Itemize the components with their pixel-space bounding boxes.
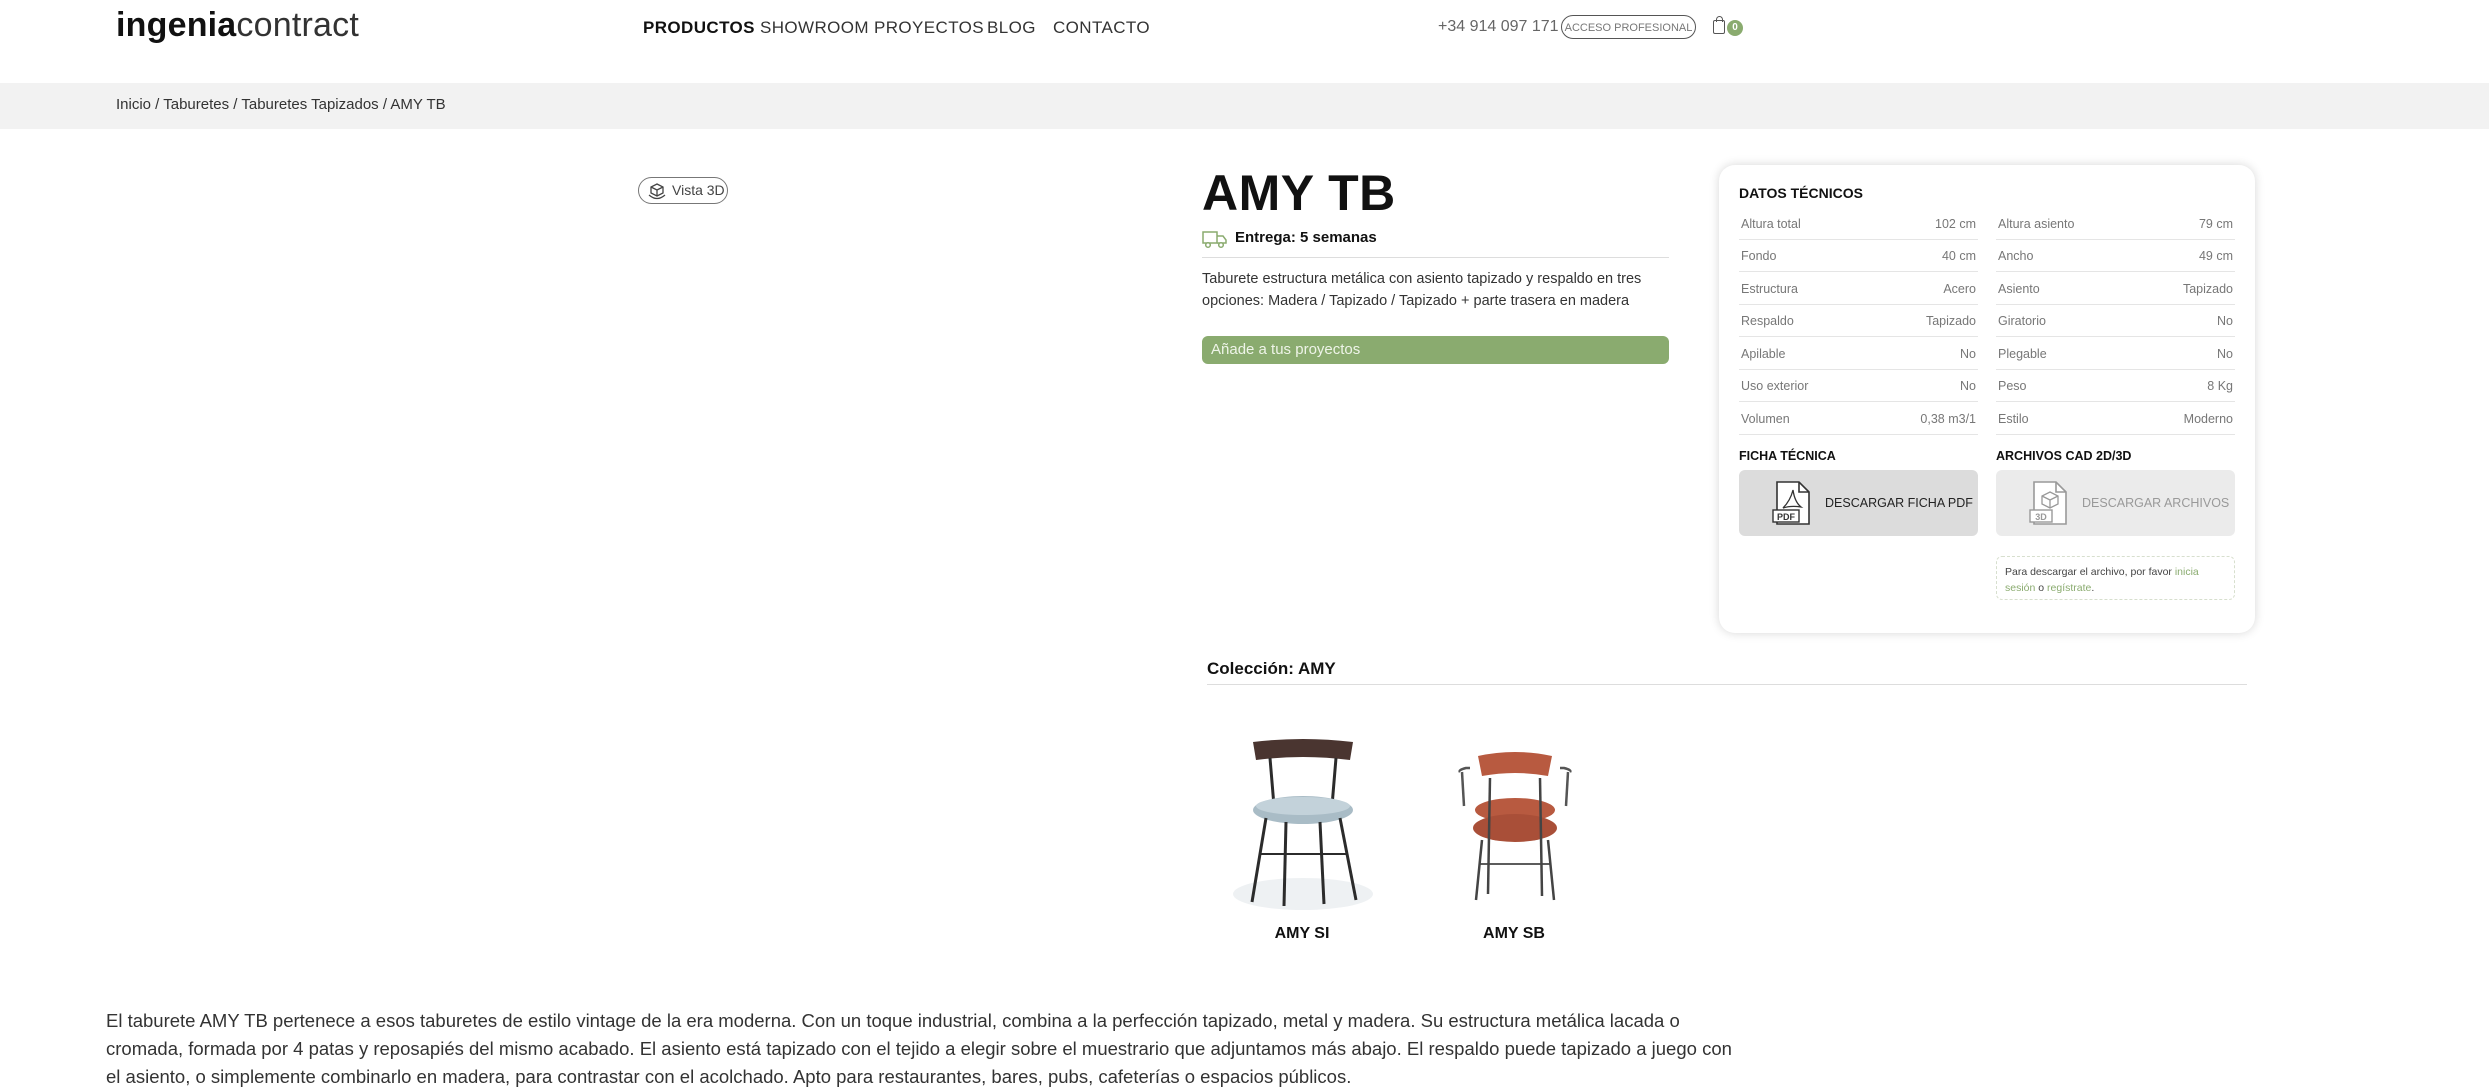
delivery-time: Entrega: 5 semanas bbox=[1235, 229, 1377, 246]
cad-files-title: ARCHIVOS CAD 2D/3D bbox=[1996, 449, 2132, 463]
add-to-projects-button[interactable]: Añade a tus proyectos bbox=[1202, 336, 1669, 364]
spec-row: Altura asiento 79 cm bbox=[1996, 207, 2235, 240]
pdf-file-icon: PDF bbox=[1772, 481, 1810, 525]
spec-row: Peso 8 Kg bbox=[1996, 369, 2235, 402]
download-cad-label: DESCARGAR ARCHIVOS bbox=[2082, 496, 2230, 510]
product-image-amy-sb[interactable] bbox=[1430, 744, 1600, 914]
technical-data-title: DATOS TÉCNICOS bbox=[1739, 185, 1863, 201]
breadcrumb[interactable]: Inicio / Taburetes / Taburetes Tapizados… bbox=[116, 96, 446, 113]
divider bbox=[1202, 257, 1669, 258]
professional-access-button[interactable]: ACCESO PROFESIONAL bbox=[1561, 15, 1696, 39]
spec-row: Respaldo Tapizado bbox=[1739, 304, 1978, 337]
spec-row: Plegable No bbox=[1996, 337, 2235, 370]
ficha-tecnica-title: FICHA TÉCNICA bbox=[1739, 449, 1836, 463]
download-pdf-label: DESCARGAR FICHA PDF bbox=[1825, 496, 1973, 510]
site-header: ingeniacontract PRODUCTOS SHOWROOM PROYE… bbox=[0, 0, 2489, 82]
spec-row: Fondo 40 cm bbox=[1739, 239, 1978, 272]
cart-icon[interactable] bbox=[1713, 16, 1725, 34]
spec-row: Altura total 102 cm bbox=[1739, 207, 1978, 240]
spec-row: Estructura Acero bbox=[1739, 272, 1978, 305]
vista-3d-button[interactable]: Vista 3D bbox=[638, 177, 728, 204]
download-pdf-button[interactable]: PDF DESCARGAR FICHA PDF bbox=[1739, 470, 1978, 536]
spec-row: Uso exterior No bbox=[1739, 369, 1978, 402]
spec-row: Giratorio No bbox=[1996, 304, 2235, 337]
product-image-amy-si[interactable] bbox=[1218, 734, 1388, 914]
login-required-note: Para descargar el archivo, por favor ini… bbox=[1996, 556, 2235, 600]
phone-number[interactable]: +34 914 097 171 bbox=[1438, 18, 1559, 36]
nav-productos[interactable]: PRODUCTOS bbox=[643, 18, 755, 38]
spec-row: Estilo Moderno bbox=[1996, 402, 2235, 435]
collection-title: Colección: AMY bbox=[1207, 659, 1336, 678]
svg-text:PDF: PDF bbox=[1777, 512, 1796, 522]
truck-icon bbox=[1202, 231, 1227, 249]
cart-count-badge: 0 bbox=[1727, 20, 1743, 36]
cube-3d-icon bbox=[648, 183, 666, 200]
product-long-description: El taburete AMY TB pertenece a esos tabu… bbox=[106, 1010, 1732, 1087]
nav-showroom[interactable]: SHOWROOM bbox=[760, 18, 869, 38]
spec-row: Apilable No bbox=[1739, 337, 1978, 370]
spec-row: Volumen 0,38 m3/1 bbox=[1739, 402, 1978, 435]
download-cad-button[interactable]: 3D DESCARGAR ARCHIVOS bbox=[1996, 470, 2235, 536]
cad-file-icon: 3D bbox=[2029, 481, 2067, 525]
collection-item-label[interactable]: AMY SB bbox=[1424, 925, 1604, 943]
technical-data-card: DATOS TÉCNICOS Altura total 102 cm Altura… bbox=[1719, 165, 2255, 633]
spec-row: Ancho 49 cm bbox=[1996, 239, 2235, 272]
nav-proyectos[interactable]: PROYECTOS bbox=[874, 18, 984, 38]
vista-3d-label: Vista 3D bbox=[672, 182, 725, 198]
logo[interactable]: ingeniacontract bbox=[116, 6, 359, 45]
breadcrumb-bar: Inicio / Taburetes / Taburetes Tapizados… bbox=[0, 83, 2489, 129]
spec-row: Asiento Tapizado bbox=[1996, 272, 2235, 305]
nav-blog[interactable]: BLOG bbox=[987, 18, 1036, 38]
product-title: AMY TB bbox=[1202, 165, 1396, 221]
register-link[interactable]: regístrate bbox=[2047, 582, 2091, 594]
product-short-description: Taburete estructura metálica con asiento… bbox=[1202, 271, 1642, 309]
svg-text:3D: 3D bbox=[2035, 512, 2047, 522]
collection-item-label[interactable]: AMY SI bbox=[1212, 925, 1392, 943]
divider bbox=[1207, 684, 2247, 685]
nav-contacto[interactable]: CONTACTO bbox=[1053, 18, 1150, 38]
